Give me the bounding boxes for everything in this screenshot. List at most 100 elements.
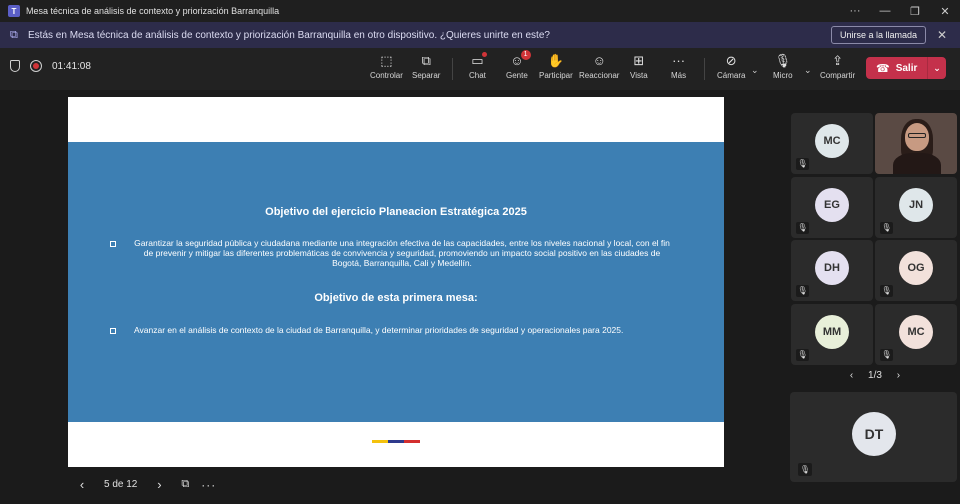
people-button[interactable]: ☺ 1 Gente — [506, 50, 531, 80]
title-bar: T Mesa técnica de análisis de contexto y… — [0, 0, 960, 22]
raise-hand-button[interactable]: ✋ Participar — [539, 53, 573, 80]
presentation-slide: Objetivo del ejercicio Planeacion Estrat… — [68, 97, 724, 467]
mic-muted-icon: 🎙 — [796, 222, 809, 234]
slide-bullet-2-text: Avanzar en el análisis de contexto de la… — [134, 325, 624, 335]
minimize-button[interactable]: — — [870, 0, 900, 22]
chat-label: Chat — [469, 71, 486, 80]
raise-hand-label: Participar — [539, 71, 573, 80]
avatar: JN — [899, 187, 933, 222]
people-label: Gente — [506, 71, 528, 80]
slide-content-band: Objetivo del ejercicio Planeacion Estrat… — [68, 142, 724, 422]
recording-icon — [30, 60, 42, 72]
window-title: Mesa técnica de análisis de contexto y p… — [26, 6, 280, 16]
more-icon: ··· — [672, 53, 686, 68]
participant-tile[interactable]: MC 🎙 — [875, 304, 957, 365]
raise-hand-icon: ✋ — [547, 53, 564, 68]
camera-label: Cámara — [717, 71, 746, 80]
mic-button[interactable]: 🎙 Micro — [773, 53, 793, 80]
avatar: EG — [815, 187, 849, 222]
chat-icon: ▭ — [471, 52, 487, 69]
teams-logo-icon: T — [8, 5, 20, 17]
participant-tile[interactable]: OG 🎙 — [875, 240, 957, 301]
share-icon: ⇪ — [832, 53, 844, 68]
more-label: Más — [671, 71, 687, 80]
participant-tile[interactable]: MM 🎙 — [791, 304, 873, 365]
toolbar-divider — [452, 58, 453, 80]
gallery-page-label: 1/3 — [868, 370, 882, 381]
leave-button[interactable]: ☎ Salir ⌄ — [866, 57, 946, 79]
restore-button[interactable]: ❐ — [900, 0, 930, 22]
next-slide-chevron-icon[interactable]: › — [149, 477, 169, 492]
gallery-next-chevron-icon[interactable]: › — [897, 370, 900, 381]
checkbox-bullet-icon — [110, 328, 116, 334]
chat-unread-dot — [481, 52, 487, 57]
meeting-timer: 01:41:08 — [52, 60, 91, 72]
join-call-button[interactable]: Unirse a la llamada — [830, 26, 926, 44]
gallery-pager: ‹ 1/3 › — [790, 370, 960, 381]
popout-icon: ⧉ — [421, 53, 431, 68]
slide-more-icon[interactable]: ··· — [201, 478, 216, 492]
mic-muted-icon: 🎙 — [880, 349, 893, 361]
toolbar-divider — [704, 58, 705, 80]
phone-hangup-icon: ☎ — [876, 62, 890, 75]
shield-icon — [10, 60, 20, 72]
avatar: MC — [899, 314, 933, 349]
participant-video-tile[interactable] — [875, 113, 957, 174]
share-button[interactable]: ⇪ Compartir — [820, 53, 855, 80]
slide-bullet-1: Garantizar la seguridad pública y ciudad… — [110, 238, 670, 268]
banner-text: Estás en Mesa técnica de análisis de con… — [28, 29, 550, 41]
featured-participant-tile[interactable]: DT 🎙 — [790, 392, 957, 482]
slide-bullet-1-text: Garantizar la seguridad pública y ciudad… — [134, 238, 670, 268]
mic-muted-icon: 🎙 — [796, 349, 809, 361]
control-button[interactable]: ⬚ Controlar — [370, 53, 403, 80]
mic-muted-icon: 🎙 — [796, 158, 809, 170]
mic-label: Micro — [773, 71, 793, 80]
slide-bullet-2: Avanzar en el análisis de contexto de la… — [110, 325, 670, 335]
participant-tile[interactable]: DH 🎙 — [791, 240, 873, 301]
gallery-prev-chevron-icon[interactable]: ‹ — [850, 370, 853, 381]
avatar: MC — [815, 123, 849, 158]
leave-options-chevron-icon[interactable]: ⌄ — [928, 63, 946, 74]
leave-label: Salir — [895, 62, 918, 74]
react-button[interactable]: ☺ Reaccionar — [579, 53, 619, 80]
participant-tile[interactable]: MC 🎙 — [791, 113, 873, 174]
other-device-banner: ⧉ Estás en Mesa técnica de análisis de c… — [0, 22, 960, 48]
flag-blue — [388, 440, 404, 443]
people-icon: ☺ 1 — [510, 50, 531, 69]
mic-options-chevron-icon[interactable]: ⌄ — [804, 65, 812, 76]
close-window-button[interactable]: ✕ — [930, 0, 960, 22]
banner-close-icon[interactable]: ✕ — [934, 28, 950, 42]
participant-tile[interactable]: EG 🎙 — [791, 177, 873, 238]
teams-meeting-window: T Mesa técnica de análisis de contexto y… — [0, 0, 960, 504]
react-icon: ☺ — [592, 53, 606, 68]
slide-page-counter: 5 de 12 — [104, 479, 138, 490]
avatar: DH — [815, 250, 849, 285]
shared-content-stage: Objetivo del ejercicio Planeacion Estrat… — [0, 90, 785, 504]
chat-button[interactable]: ▭ Chat — [469, 52, 487, 80]
participant-tile[interactable]: JN 🎙 — [875, 177, 957, 238]
people-badge: 1 — [520, 50, 531, 60]
slide-grid-icon[interactable]: ⧉ — [181, 478, 189, 491]
camera-off-icon: ⊘ — [725, 53, 737, 68]
person-body — [893, 153, 941, 174]
flag-red — [404, 440, 420, 443]
mic-muted-icon: 🎙 — [798, 463, 812, 476]
popout-label: Separar — [412, 71, 441, 80]
slide-title-1: Objetivo del ejercicio Planeacion Estrat… — [265, 206, 527, 218]
avatar: OG — [899, 250, 933, 285]
avatar: DT — [852, 412, 896, 456]
camera-button[interactable]: ⊘ Cámara — [717, 53, 745, 80]
mic-off-icon: 🎙 — [774, 53, 792, 68]
mic-muted-icon: 🎙 — [880, 285, 893, 297]
popout-button[interactable]: ⧉ Separar — [412, 53, 440, 80]
window-more-button[interactable]: ··· — [840, 0, 870, 22]
view-button[interactable]: ⊞ Vista — [630, 53, 648, 80]
more-button[interactable]: ··· Más — [671, 53, 686, 80]
glasses — [908, 133, 926, 138]
devices-icon: ⧉ — [10, 29, 18, 41]
share-label: Compartir — [820, 71, 856, 80]
previous-slide-chevron-icon[interactable]: ‹ — [72, 477, 92, 492]
control-label: Controlar — [370, 71, 403, 80]
checkbox-bullet-icon — [110, 241, 116, 247]
camera-options-chevron-icon[interactable]: ⌄ — [751, 65, 759, 76]
